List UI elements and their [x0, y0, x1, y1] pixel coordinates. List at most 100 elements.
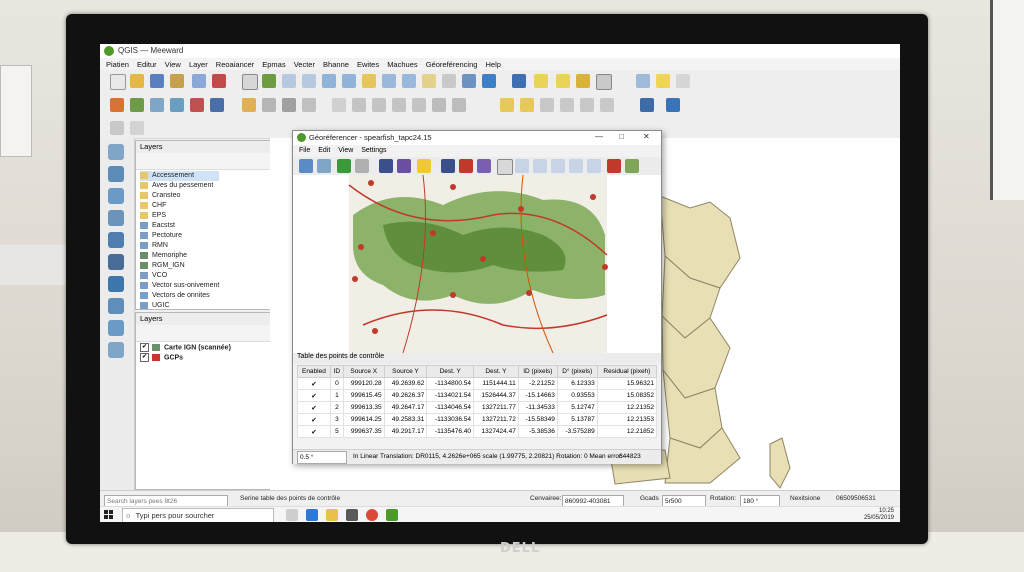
menu-item[interactable]: Epmas	[262, 60, 285, 69]
table-row[interactable]: ✔ 2 999613.35 49.2647.17 -1134046.54 132…	[297, 401, 658, 414]
georef-menu-view[interactable]: View	[338, 147, 353, 154]
menu-item[interactable]: Vecter	[294, 60, 315, 69]
paste-icon[interactable]	[412, 98, 426, 112]
undo-icon[interactable]	[432, 98, 446, 112]
layer-item[interactable]: EPS	[140, 211, 219, 221]
maximize-icon[interactable]: □	[619, 132, 624, 141]
georef-menu-edit[interactable]: Edit	[318, 147, 330, 154]
layer-item[interactable]: Aves du pessement	[140, 181, 219, 191]
add-spatialite-icon[interactable]	[108, 232, 124, 248]
menu-item[interactable]: Editur	[137, 60, 157, 69]
enabled-checkbox[interactable]: ✔	[297, 425, 331, 438]
layer-item[interactable]: Cransteo	[140, 191, 219, 201]
add-raster-icon[interactable]	[170, 98, 184, 112]
label-icon[interactable]	[500, 98, 514, 112]
add-raster-layer-icon[interactable]	[108, 166, 124, 182]
label-change-icon[interactable]	[600, 98, 614, 112]
label-show-icon[interactable]	[540, 98, 554, 112]
layer-item[interactable]: Vectors de onnites	[140, 291, 219, 301]
delete-point-icon[interactable]	[459, 159, 473, 173]
gcp-marker[interactable]	[450, 184, 456, 190]
layer-item[interactable]: Vector sus-onivement	[140, 281, 219, 291]
add-delimited-text-icon[interactable]	[108, 210, 124, 226]
annotation-icon[interactable]	[676, 74, 690, 88]
load-gcp-icon[interactable]	[379, 159, 393, 173]
add-layer-icon[interactable]	[130, 98, 144, 112]
add-wms-layer-icon[interactable]	[108, 276, 124, 292]
redo-icon[interactable]	[452, 98, 466, 112]
taskbar-search-input[interactable]: ○ Typi pers pour sourcher	[122, 508, 274, 522]
gcp-marker[interactable]	[480, 256, 486, 262]
layer-checkbox[interactable]: ✔	[140, 353, 149, 362]
map-tips-icon[interactable]	[656, 74, 670, 88]
layer-item[interactable]: RGM_IGN	[140, 261, 219, 271]
refresh-icon[interactable]	[482, 74, 496, 88]
digitize-icon[interactable]	[262, 98, 276, 112]
menu-item[interactable]: Reoaiancer	[216, 60, 254, 69]
gcp-marker[interactable]	[368, 180, 374, 186]
zoom-selection-icon[interactable]	[362, 74, 376, 88]
pan-to-selection-icon[interactable]	[262, 74, 276, 88]
column-header[interactable]: D° (pixels)	[556, 365, 598, 378]
save-project-icon[interactable]	[150, 74, 164, 88]
menu-item[interactable]: Géoreférencing	[426, 60, 478, 69]
add-point-icon[interactable]	[441, 159, 455, 173]
zoom-last-icon[interactable]	[569, 159, 583, 173]
layer-item[interactable]: CHF	[140, 201, 219, 211]
transform-settings-icon[interactable]	[417, 159, 431, 173]
open-raster-icon[interactable]	[299, 159, 313, 173]
georef-menu-settings[interactable]: Settings	[361, 147, 386, 154]
add-wcs-layer-icon[interactable]	[108, 320, 124, 336]
attribute-table-icon[interactable]	[596, 74, 612, 90]
add-feature-icon[interactable]	[302, 98, 316, 112]
gcp-marker[interactable]	[526, 290, 532, 296]
table-row[interactable]: ✔ 0 999120.28 49.2639.62 -1134800.54 115…	[297, 377, 658, 390]
layer-item[interactable]: ✔ Carte IGN (scannée)	[140, 343, 231, 353]
chrome-icon[interactable]	[366, 509, 378, 521]
layer-item[interactable]: RMN	[140, 241, 219, 251]
zoom-layer-icon[interactable]	[551, 159, 565, 173]
menu-item[interactable]: Help	[486, 60, 501, 69]
menu-item[interactable]: Ewites	[357, 60, 379, 69]
delete-feature-icon[interactable]	[352, 98, 366, 112]
table-row[interactable]: ✔ 5 999637.35 49.2917.17 -1135476.40 132…	[297, 425, 658, 438]
data-source-manager-icon[interactable]	[110, 98, 124, 112]
copy-icon[interactable]	[392, 98, 406, 112]
layer-options-icon[interactable]	[130, 121, 144, 135]
cut-icon[interactable]	[372, 98, 386, 112]
column-header[interactable]: Source X	[342, 365, 385, 378]
gcp-marker[interactable]	[372, 328, 378, 334]
enabled-checkbox[interactable]: ✔	[297, 389, 331, 402]
save-edits-icon[interactable]	[282, 98, 296, 112]
move-point-icon[interactable]	[477, 159, 491, 173]
save-as-icon[interactable]	[170, 74, 184, 88]
gcp-marker[interactable]	[358, 244, 364, 250]
add-database-icon[interactable]	[190, 98, 204, 112]
menu-item[interactable]: Bhanne	[323, 60, 349, 69]
bookmark-icon[interactable]	[422, 74, 436, 88]
layer-item[interactable]: Pectoture	[140, 231, 219, 241]
zoom-select[interactable]: 0.5 °	[297, 451, 347, 464]
gcp-marker[interactable]	[518, 206, 524, 212]
layer-item[interactable]: UGIC	[140, 301, 219, 311]
zoom-in-icon[interactable]	[515, 159, 529, 173]
column-header[interactable]: Enabled	[297, 365, 331, 378]
menu-item[interactable]: Piatien	[106, 60, 129, 69]
system-tray-clock[interactable]: 10:25 25/05/2019	[864, 508, 894, 522]
layer-item[interactable]: ✔ GCPs	[140, 353, 231, 363]
qgis-taskbar-icon[interactable]	[386, 509, 398, 521]
add-wms-icon[interactable]	[210, 98, 224, 112]
zoom-last-icon[interactable]	[382, 74, 396, 88]
layer-style-icon[interactable]	[110, 121, 124, 135]
zoom-next-icon[interactable]	[587, 159, 601, 173]
start-georef-icon[interactable]	[337, 159, 351, 173]
column-header[interactable]: Residual (pixeh)	[596, 365, 658, 378]
layer-checkbox[interactable]: ✔	[140, 343, 149, 352]
zoom-next-icon[interactable]	[402, 74, 416, 88]
layout-manager-icon[interactable]	[212, 74, 226, 88]
edit-pencil-icon[interactable]	[242, 98, 256, 112]
table-row[interactable]: ✔ 1 999615.45 49.2626.37 -1134021.54 152…	[297, 389, 658, 402]
zoom-full-icon[interactable]	[322, 74, 336, 88]
open-project-icon[interactable]	[130, 74, 144, 88]
label-pin-icon[interactable]	[520, 98, 534, 112]
